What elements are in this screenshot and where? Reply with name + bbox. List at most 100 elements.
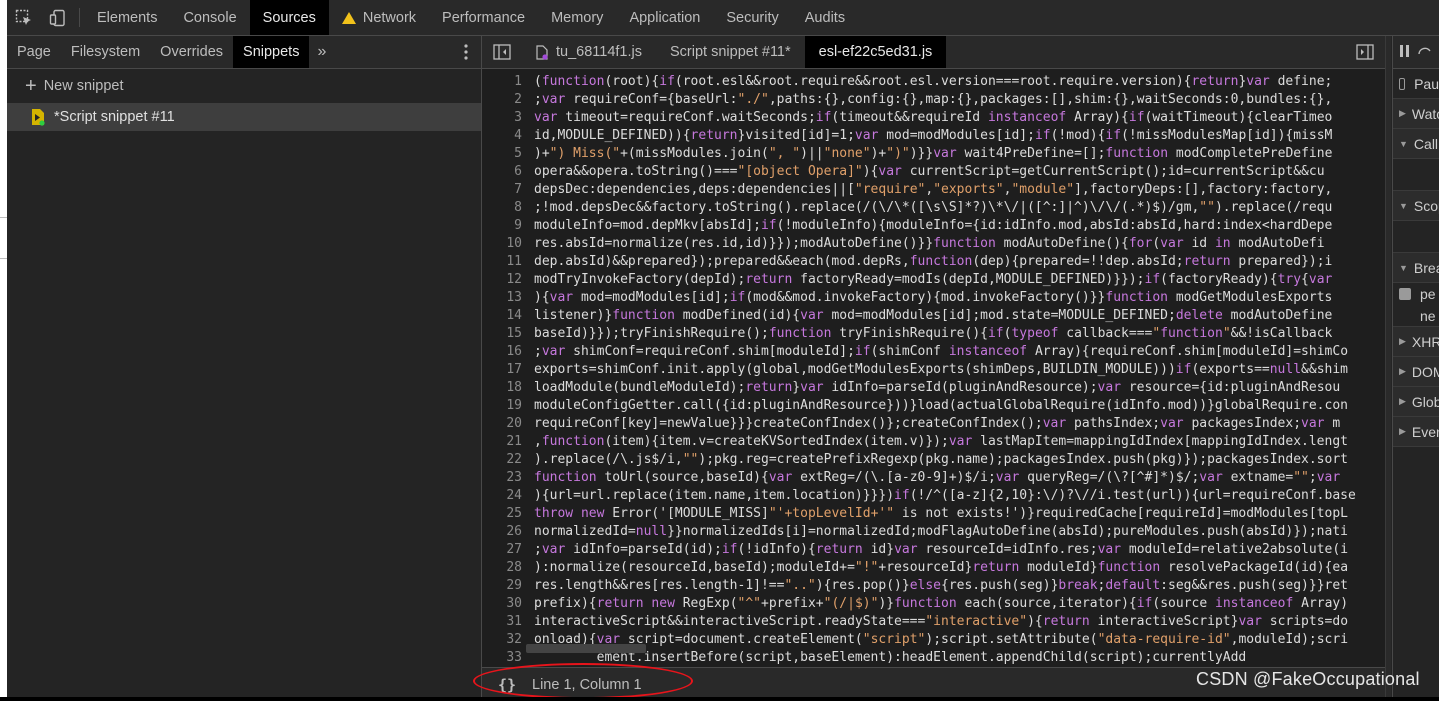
new-snippet-button[interactable]: + New snippet bbox=[7, 69, 481, 103]
line-number[interactable]: 31 bbox=[482, 614, 522, 629]
tab-elements[interactable]: Elements bbox=[84, 0, 170, 35]
device-toolbar-icon[interactable] bbox=[41, 0, 75, 35]
line-number[interactable]: 33 bbox=[482, 650, 522, 665]
line-number[interactable]: 30 bbox=[482, 596, 522, 611]
code-line[interactable]: res.length&&res[res.length-1]!==".."){re… bbox=[534, 578, 1348, 593]
code-line[interactable]: moduleInfo=mod.depMkv[absId];if(!moduleI… bbox=[534, 218, 1332, 233]
breakpoint-item[interactable]: pe bbox=[1393, 283, 1439, 305]
line-number[interactable]: 24 bbox=[482, 488, 522, 503]
line-number[interactable]: 1 bbox=[482, 74, 522, 89]
line-number[interactable]: 21 bbox=[482, 434, 522, 449]
code-line[interactable]: res.absId=normalize(res.id,id)}});modAut… bbox=[534, 236, 1325, 251]
line-number[interactable]: 9 bbox=[482, 218, 522, 233]
line-number[interactable]: 17 bbox=[482, 362, 522, 377]
line-number[interactable]: 27 bbox=[482, 542, 522, 557]
code-line[interactable]: dep.absId)&&prepared});prepared&&each(mo… bbox=[534, 254, 1332, 269]
kebab-menu-icon[interactable] bbox=[451, 36, 481, 68]
section-global-listeners[interactable]: ▶ Globa bbox=[1393, 387, 1439, 417]
code-line[interactable]: depsDec:dependencies,deps:dependencies||… bbox=[534, 182, 1332, 197]
line-number[interactable]: 4 bbox=[482, 128, 522, 143]
code-line[interactable]: loadModule(bundleModuleId);return}var id… bbox=[534, 380, 1340, 395]
section-scope[interactable]: ▼ Scop bbox=[1393, 191, 1439, 221]
toggle-debugger-icon[interactable] bbox=[1345, 36, 1385, 68]
code-line[interactable]: )+") Miss("+(missModules.join(", ")||"no… bbox=[534, 146, 1332, 161]
editor-tab-script-snippet[interactable]: Script snippet #11* bbox=[656, 36, 805, 68]
code-line[interactable]: baseId)}});tryFinishRequire();function t… bbox=[534, 326, 1332, 341]
line-number[interactable]: 25 bbox=[482, 506, 522, 521]
code-line[interactable]: ).replace(/\.js$/i,"");pkg.reg=createPre… bbox=[534, 452, 1348, 467]
code-line[interactable]: requireConf[key]=newValue}}}createConfIn… bbox=[534, 416, 1340, 431]
line-number[interactable]: 20 bbox=[482, 416, 522, 431]
tab-audits[interactable]: Audits bbox=[792, 0, 858, 35]
line-number[interactable]: 15 bbox=[482, 326, 522, 341]
more-tabs-icon[interactable]: » bbox=[309, 36, 334, 68]
line-number[interactable]: 22 bbox=[482, 452, 522, 467]
line-number[interactable]: 12 bbox=[482, 272, 522, 287]
section-xhr-breakpoints[interactable]: ▶ XHR/ bbox=[1393, 327, 1439, 357]
code-line[interactable]: opera&&opera.toString()==="[object Opera… bbox=[534, 164, 1325, 179]
code-line[interactable]: var timeout=requireConf.waitSeconds;if(t… bbox=[534, 110, 1332, 125]
inspect-element-icon[interactable] bbox=[7, 0, 41, 35]
tab-sources[interactable]: Sources bbox=[249, 0, 329, 35]
code-editor[interactable]: 1 2 3 4 5 6 7 8 9 10 11 12 13 14 15 16 17 18 19 20 21 22 23 24 2… bbox=[482, 69, 1385, 667]
tab-performance[interactable]: Performance bbox=[429, 0, 538, 35]
code-line[interactable]: moduleConfigGetter.call({id:pluginAndRes… bbox=[534, 398, 1348, 413]
line-number[interactable]: 11 bbox=[482, 254, 522, 269]
vertical-scrollbar[interactable] bbox=[1385, 36, 1391, 701]
line-number[interactable]: 8 bbox=[482, 200, 522, 215]
line-number[interactable]: 2 bbox=[482, 92, 522, 107]
section-breakpoints[interactable]: ▼ Break bbox=[1393, 253, 1439, 283]
tab-network[interactable]: Network bbox=[329, 0, 429, 35]
code-line[interactable]: listener)}function modDefined(id){var mo… bbox=[534, 308, 1332, 323]
line-number[interactable]: 29 bbox=[482, 578, 522, 593]
code-line[interactable]: modTryInvokeFactory(depId);return factor… bbox=[534, 272, 1332, 287]
code-line[interactable]: id,MODULE_DEFINED)){return}visited[id]=1… bbox=[534, 128, 1332, 143]
snippet-item[interactable]: *Script snippet #11 bbox=[7, 103, 481, 131]
line-number[interactable]: 5 bbox=[482, 146, 522, 161]
nav-tab-page[interactable]: Page bbox=[7, 36, 61, 68]
line-number[interactable]: 6 bbox=[482, 164, 522, 179]
section-event-listener-breakpoints[interactable]: ▶ Event bbox=[1393, 417, 1439, 447]
code-line[interactable]: ;var shimConf=requireConf.shim[moduleId]… bbox=[534, 344, 1348, 359]
horizontal-scrollbar[interactable] bbox=[526, 644, 646, 653]
code-line[interactable]: exports=shimConf.init.apply(global,modGe… bbox=[534, 362, 1348, 377]
code-line[interactable]: function toUrl(source,baseId){var extReg… bbox=[534, 470, 1340, 485]
code-line[interactable]: interactiveScript&&interactiveScript.rea… bbox=[534, 614, 1348, 629]
line-number[interactable]: 3 bbox=[482, 110, 522, 125]
line-number[interactable]: 32 bbox=[482, 632, 522, 647]
code-line[interactable]: ){var mod=modModules[id];if(mod&&mod.inv… bbox=[534, 290, 1332, 305]
nav-tab-filesystem[interactable]: Filesystem bbox=[61, 36, 150, 68]
checkbox-checked[interactable] bbox=[1399, 288, 1411, 300]
line-number[interactable]: 19 bbox=[482, 398, 522, 413]
section-watch[interactable]: ▶ Watc bbox=[1393, 99, 1439, 129]
line-number[interactable]: 28 bbox=[482, 560, 522, 575]
tab-console[interactable]: Console bbox=[170, 0, 249, 35]
code-line[interactable]: ,function(item){item.v=createKVSortedInd… bbox=[534, 434, 1348, 449]
tab-memory[interactable]: Memory bbox=[538, 0, 616, 35]
nav-tab-overrides[interactable]: Overrides bbox=[150, 36, 233, 68]
code-line[interactable]: onload){var script=document.createElemen… bbox=[534, 632, 1348, 647]
code-line[interactable]: prefix){return new RegExp("^"+prefix+"(/… bbox=[534, 596, 1348, 611]
code-line[interactable]: ;!mod.depsDec&&factory.toString().replac… bbox=[534, 200, 1332, 215]
code-line[interactable]: throw new Error('[MODULE_MISS]"'+topLeve… bbox=[534, 506, 1348, 521]
line-number[interactable]: 16 bbox=[482, 344, 522, 359]
line-number[interactable]: 13 bbox=[482, 290, 522, 305]
editor-tab-esl-js[interactable]: esl-ef22c5ed31.js bbox=[804, 36, 947, 68]
section-call-stack[interactable]: ▼ Call S bbox=[1393, 129, 1439, 159]
section-dom-breakpoints[interactable]: ▶ DOM bbox=[1393, 357, 1439, 387]
code-line[interactable]: ){url=url.replace(item.name,item.locatio… bbox=[534, 488, 1356, 503]
editor-tab-tu-js[interactable]: tu_68114f1.js bbox=[522, 36, 656, 68]
step-over-icon[interactable] bbox=[1417, 44, 1431, 61]
line-number[interactable]: 26 bbox=[482, 524, 522, 539]
line-number[interactable]: 10 bbox=[482, 236, 522, 251]
tab-security[interactable]: Security bbox=[713, 0, 791, 35]
checkbox[interactable] bbox=[1399, 77, 1406, 90]
toggle-navigator-icon[interactable] bbox=[482, 36, 522, 68]
code-line[interactable]: (function(root){if(root.esl&&root.requir… bbox=[534, 74, 1332, 89]
pause-icon[interactable] bbox=[1399, 44, 1411, 61]
pause-on-exceptions-option[interactable]: Pau bbox=[1393, 69, 1439, 99]
code-line[interactable]: ;var requireConf={baseUrl:"./",paths:{},… bbox=[534, 92, 1332, 107]
nav-tab-snippets[interactable]: Snippets bbox=[233, 36, 310, 68]
code-line[interactable]: ;var idInfo=parseId(id);if(!idInfo){retu… bbox=[534, 542, 1348, 557]
line-number[interactable]: 23 bbox=[482, 470, 522, 485]
